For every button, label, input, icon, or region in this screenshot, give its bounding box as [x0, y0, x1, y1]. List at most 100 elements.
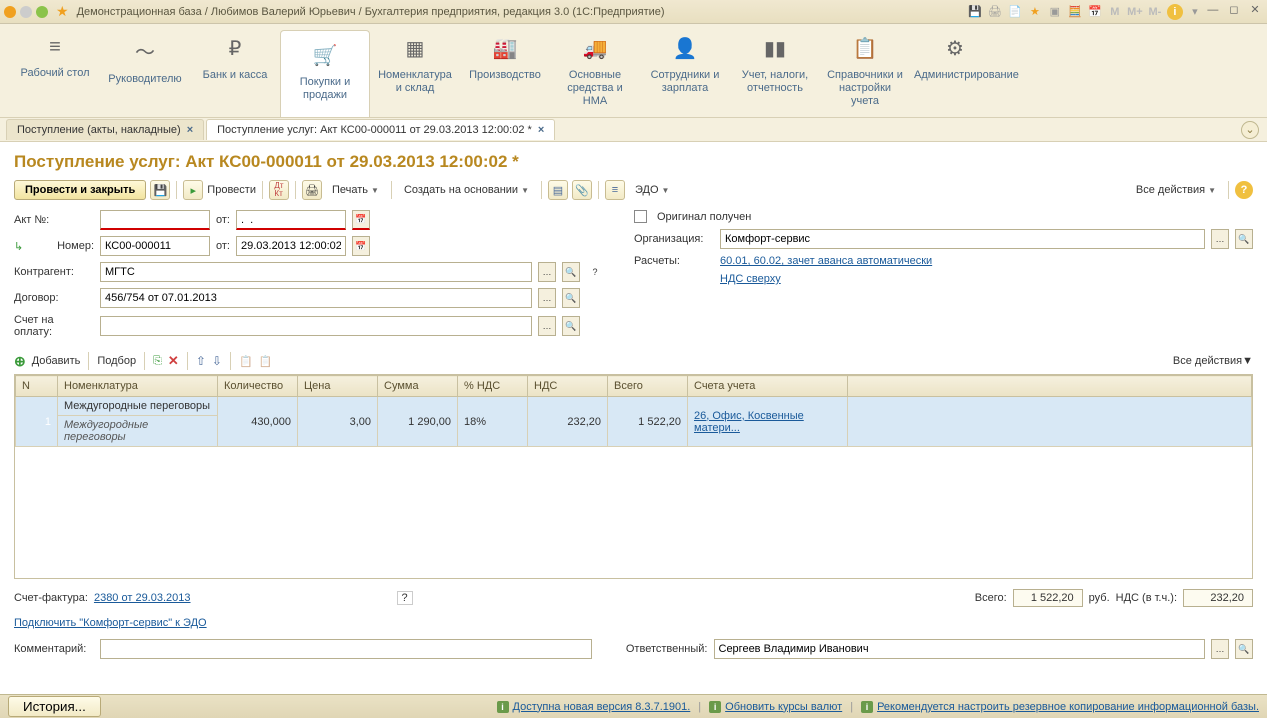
- items-grid[interactable]: N Номенклатура Количество Цена Сумма % Н…: [14, 374, 1253, 579]
- col-n[interactable]: N: [16, 376, 58, 397]
- dt-kt-icon[interactable]: ДтКт: [269, 180, 289, 200]
- down-icon[interactable]: ⇩: [212, 354, 222, 368]
- col-qty[interactable]: Количество: [218, 376, 298, 397]
- attach-icon[interactable]: 📎: [572, 180, 592, 200]
- cell-vat-pct[interactable]: 18%: [458, 397, 528, 447]
- history-button[interactable]: История...: [8, 696, 101, 717]
- search-icon[interactable]: 🔍: [1235, 229, 1253, 249]
- cell-qty[interactable]: 430,000: [218, 397, 298, 447]
- nav-stock[interactable]: ▦Номенклатура и склад: [370, 24, 460, 117]
- fav-icon[interactable]: ★: [1027, 4, 1043, 20]
- status-version[interactable]: i Доступна новая версия 8.3.7.1901.: [497, 701, 691, 713]
- nav-production[interactable]: 🏭Производство: [460, 24, 550, 117]
- save-icon[interactable]: 💾: [150, 180, 170, 200]
- search-icon[interactable]: 🔍: [1235, 639, 1253, 659]
- number-input[interactable]: [100, 236, 210, 256]
- contr-input[interactable]: [100, 262, 532, 282]
- info-icon[interactable]: ?: [586, 262, 604, 282]
- col-acct[interactable]: Счета учета: [688, 376, 848, 397]
- calendar-icon[interactable]: 📅: [352, 236, 370, 256]
- nav-tax[interactable]: ▮▮Учет, налоги, отчетность: [730, 24, 820, 117]
- date-input[interactable]: [236, 236, 346, 256]
- cell-acct[interactable]: 26, Офис, Косвенные матери...: [688, 397, 848, 447]
- edo-link[interactable]: Подключить "Комфорт-сервис" к ЭДО: [14, 617, 207, 629]
- edo-dropdown[interactable]: ЭДО▼: [629, 181, 675, 199]
- col-total[interactable]: Всего: [608, 376, 688, 397]
- search-icon[interactable]: 🔍: [562, 316, 580, 336]
- create-based-dropdown[interactable]: Создать на основании▼: [398, 181, 535, 199]
- collapse-nav-button[interactable]: ⌄: [1241, 121, 1259, 139]
- save-icon[interactable]: 💾: [967, 4, 983, 20]
- select-icon[interactable]: …: [538, 316, 556, 336]
- cell-total[interactable]: 1 522,20: [608, 397, 688, 447]
- nds-link[interactable]: НДС сверху: [720, 273, 781, 285]
- tab-act-doc[interactable]: Поступление услуг: Акт КС00-000011 от 29…: [206, 119, 555, 140]
- nav-ref[interactable]: 📋Справочники и настройки учета: [820, 24, 910, 117]
- help-icon[interactable]: ?: [1235, 181, 1253, 199]
- tbl-all-actions-dropdown[interactable]: Все действия▼: [1173, 355, 1253, 367]
- resp-input[interactable]: [714, 639, 1206, 659]
- search-icon[interactable]: 🔍: [562, 262, 580, 282]
- cell-price[interactable]: 3,00: [298, 397, 378, 447]
- comment-input[interactable]: [100, 639, 592, 659]
- select-icon[interactable]: …: [1211, 229, 1229, 249]
- nav-assets[interactable]: 🚚Основные средства и НМА: [550, 24, 640, 117]
- contract-input[interactable]: [100, 288, 532, 308]
- cell-sum[interactable]: 1 290,00: [378, 397, 458, 447]
- print-dropdown[interactable]: Печать▼: [326, 181, 385, 199]
- calc-icon[interactable]: 🧮: [1067, 4, 1083, 20]
- col-sum[interactable]: Сумма: [378, 376, 458, 397]
- act-no-input[interactable]: [100, 210, 210, 230]
- tab-receipts[interactable]: Поступление (акты, накладные) ×: [6, 119, 204, 140]
- all-actions-dropdown[interactable]: Все действия▼: [1130, 181, 1222, 199]
- original-checkbox[interactable]: [634, 210, 647, 223]
- close-icon[interactable]: ✕: [1247, 3, 1263, 19]
- print-icon[interactable]: 🖨: [987, 4, 1003, 20]
- col-empty[interactable]: [848, 376, 1252, 397]
- mminus-icon[interactable]: M-: [1147, 4, 1163, 20]
- printer-icon[interactable]: 🖨: [302, 180, 322, 200]
- delete-icon[interactable]: ✕: [168, 353, 179, 369]
- star-icon[interactable]: ★: [56, 3, 69, 20]
- cell-nom2[interactable]: Междугородные переговоры: [58, 416, 218, 447]
- mplus-icon[interactable]: M+: [1127, 4, 1143, 20]
- col-price[interactable]: Цена: [298, 376, 378, 397]
- post-label[interactable]: Провести: [207, 184, 256, 196]
- calendar-icon[interactable]: 📅: [352, 210, 370, 230]
- copy-row-icon[interactable]: ⎘: [153, 355, 162, 368]
- add-icon[interactable]: ⊕: [14, 353, 26, 370]
- sf-help-icon[interactable]: ?: [397, 591, 413, 605]
- calc-link[interactable]: 60.01, 60.02, зачет аванса автоматически: [720, 255, 932, 267]
- act-date-input[interactable]: [236, 210, 346, 230]
- minimize-icon[interactable]: —: [1205, 4, 1221, 20]
- select-icon[interactable]: …: [538, 262, 556, 282]
- select-button[interactable]: Подбор: [97, 355, 136, 367]
- clipboard-paste-icon[interactable]: 📋: [259, 355, 273, 368]
- col-vat[interactable]: НДС: [528, 376, 608, 397]
- col-vat-pct[interactable]: % НДС: [458, 376, 528, 397]
- sf-link[interactable]: 2380 от 29.03.2013: [94, 592, 191, 604]
- select-icon[interactable]: …: [538, 288, 556, 308]
- add-button[interactable]: Добавить: [32, 355, 81, 367]
- nav-admin[interactable]: ⚙Администрирование: [910, 24, 1000, 117]
- up-icon[interactable]: ⇧: [196, 354, 206, 368]
- nav-manager[interactable]: 〜Руководителю: [100, 24, 190, 117]
- status-rates[interactable]: i Обновить курсы валют: [709, 701, 842, 713]
- post-icon[interactable]: ▸: [183, 180, 203, 200]
- clipboard-copy-icon[interactable]: 📋: [239, 355, 253, 368]
- maximize-icon[interactable]: ◻: [1226, 3, 1242, 19]
- cal-icon[interactable]: 📅: [1087, 4, 1103, 20]
- nav-purchases[interactable]: 🛒Покупки и продажи: [280, 30, 370, 117]
- cell-nom[interactable]: Междугородные переговоры: [58, 397, 218, 416]
- org-input[interactable]: [720, 229, 1205, 249]
- search-icon[interactable]: 🔍: [562, 288, 580, 308]
- m-icon[interactable]: M: [1107, 4, 1123, 20]
- cube-icon[interactable]: ▣: [1047, 4, 1063, 20]
- nav-hr[interactable]: 👤Сотрудники и зарплата: [640, 24, 730, 117]
- blue-doc-icon[interactable]: ▤: [548, 180, 568, 200]
- col-nom[interactable]: Номенклатура: [58, 376, 218, 397]
- dropdown-icon[interactable]: ▾: [1187, 4, 1203, 20]
- info-icon[interactable]: i: [1167, 4, 1183, 20]
- post-close-button[interactable]: Провести и закрыть: [14, 180, 146, 200]
- nav-bank[interactable]: ₽Банк и касса: [190, 24, 280, 117]
